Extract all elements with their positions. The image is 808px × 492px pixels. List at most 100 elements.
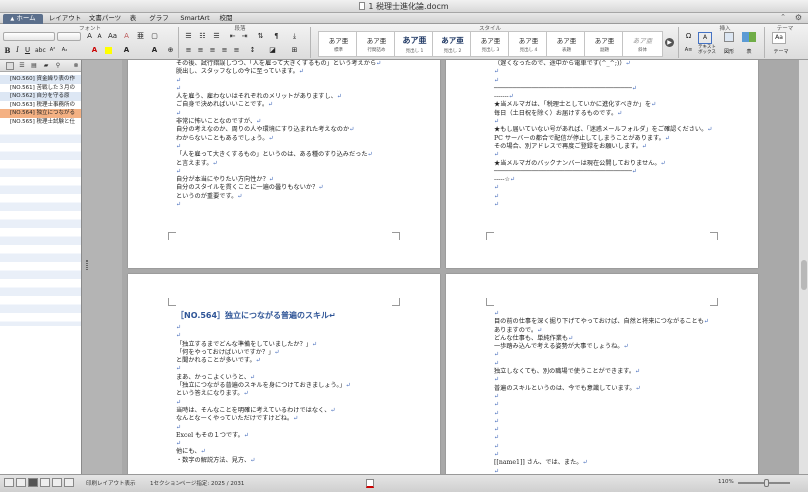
document-line[interactable]: ↵ [494,393,709,401]
search-icon[interactable]: ⚲ [54,62,62,70]
style-title[interactable]: あア亜 表題 [546,31,587,57]
page-text[interactable]: その後、試行錯誤しつつ、「人を雇って大きくするもの」という考えから↵ 脱出し、スタ… [176,60,381,209]
list-view-icon[interactable]: ▤ [30,62,38,70]
draft-view-button[interactable] [4,478,14,487]
align-center-icon[interactable]: ≡ [196,46,205,55]
document-line[interactable]: ↵ [176,77,381,85]
document-line[interactable]: ↵ [494,193,712,201]
document-line[interactable]: まあ、かっこよくいうと、↵ [176,374,351,382]
document-line[interactable]: なんとなーくやっていただけですけどね。↵ [176,415,351,423]
pane-splitter[interactable] [82,60,122,474]
spelling-icon[interactable] [366,479,374,488]
phonetic-guide-icon[interactable]: 亜 [136,32,145,41]
document-line[interactable]: 一歩踏み込んで考える姿勢が大事でしょうね。↵ [494,343,709,351]
style-subtitle[interactable]: あア亜 副題 [584,31,625,57]
shape-label[interactable]: 図形 [721,48,737,55]
document-line[interactable]: 「人を雇って大きくするもの」というのは、ある種のすり込みだった↵ [176,151,381,159]
close-icon[interactable]: ⊗ [72,62,80,70]
subscript-button[interactable]: A₂ [60,46,69,55]
enclose-char-icon[interactable]: ⊕ [166,46,175,55]
style-heading-1[interactable]: あア亜 見出し 1 [394,31,435,57]
document-line[interactable]: ↵ [494,451,709,459]
symbol-icon[interactable]: Ω [684,32,693,41]
line-spacing-icon[interactable]: ↕ [248,46,257,55]
tab-home[interactable]: ▲ ホーム [3,14,43,24]
font-name-select[interactable] [3,32,55,41]
shrink-font-icon[interactable]: A [95,32,104,41]
bullets-icon[interactable]: ☰ [184,32,193,41]
document-line[interactable]: ↵ [176,201,381,209]
article-heading[interactable]: ［NO.564］独立につながる普遍のスキル↵ [176,311,336,320]
document-line[interactable]: ↵ [494,443,709,451]
document-line[interactable]: と言えます。↵ [176,160,381,168]
justify-icon[interactable]: ≡ [220,46,229,55]
document-line[interactable]: ↵ [494,434,709,442]
shading-icon[interactable]: ◪ [268,46,277,55]
document-line[interactable]: ↵ [176,110,381,118]
collapse-ribbon-icon[interactable]: ⌃ [780,13,786,21]
document-line[interactable]: 自分のスタイルを貫くことに一遍の曇りもないか？↵ [176,184,381,192]
document-line[interactable]: わからないこともあるでしょう。↵ [176,135,381,143]
publishing-view-button[interactable] [52,478,62,487]
style-heading-2[interactable]: あア亜 見出し 2 [432,31,473,57]
vertical-scrollbar[interactable] [798,60,808,474]
document-line[interactable]: ↵ [494,201,712,209]
zoom-slider-knob[interactable] [764,479,769,487]
sidebar-item-563[interactable]: [NO.563] 税理士事務所の [0,101,81,110]
outline-view-button[interactable] [16,478,26,487]
notebook-view-button[interactable] [40,478,50,487]
style-heading-3[interactable]: あア亜 見出し 3 [470,31,511,57]
increase-indent-icon[interactable]: ⇥ [240,32,249,41]
document-line[interactable]: ↵ [494,410,709,418]
document-line[interactable]: ↵ [494,376,709,384]
document-line[interactable]: 独立しなくても、別の職場で使うことができます。↵ [494,368,709,376]
document-line[interactable]: 脱出し、スタッフなしの今に至っています。↵ [176,68,381,76]
document-line[interactable]: どんな仕事も、単純作業も↵ [494,335,709,343]
sidebar-item-560[interactable]: [NO.560] 資金繰り表の作 [0,75,81,84]
align-right-icon[interactable]: ≡ [208,46,217,55]
table-label[interactable]: 表 [741,48,757,55]
document-line[interactable]: というのが重要です。↵ [176,193,381,201]
shape-icon[interactable] [724,32,734,42]
italic-button[interactable]: I [13,46,22,55]
page-text[interactable]: （遅くなったので、途中から電車です(^_^;)）↵ ↵ ↵ ─────────────… [494,60,712,209]
align-left-icon[interactable]: ≡ [184,46,193,55]
theme-icon[interactable]: Aa [772,32,786,44]
zoom-slider[interactable] [738,479,790,487]
document-line[interactable]: 自分の考えなのか、周りの人や環境にすり込まれた考えなのか↵ [176,126,381,134]
comment-view-icon[interactable]: ▰ [42,62,50,70]
document-line[interactable]: [[name1]] さん、では、また。↵ [494,459,709,467]
page-label[interactable]: ページ指定: 2025 / 2031 [180,479,244,487]
text-effects-icon[interactable]: A [122,46,131,55]
document-line[interactable]: ↵ [494,426,709,434]
document-line[interactable]: ↵ [494,401,709,409]
tab-table[interactable]: 表 [128,14,138,24]
document-line[interactable]: ご自身で決めればいいことです。↵ [176,101,381,109]
style-heading-4[interactable]: あア亜 見出し 4 [508,31,549,57]
style-normal[interactable]: あア亜 標準 [318,31,359,57]
page-text[interactable]: ↵ ↵ 「独立するまでどんな準備をしていましたか？」↵ 「何をやっておけばいいですか？… [176,324,351,465]
document-line[interactable]: ・数字の解説方法、見方、↵ [176,457,351,465]
sidebar-item-562[interactable]: [NO.562] 自分を守る原 [0,92,81,101]
print-layout-button[interactable] [28,478,38,487]
document-line[interactable]: ↵ [494,360,709,368]
outline-view-icon[interactable]: ☰ [18,62,26,70]
page-text[interactable]: ↵ 目の前の仕事を深く掘り下げてやっておけば、自然と将来につながることも↵ あります… [494,310,709,474]
document-line[interactable]: ↵ [176,85,381,93]
document-line[interactable]: （遅くなったので、途中から電車です(^_^;)）↵ [494,60,712,68]
document-line[interactable]: ★もし届いていない号があれば、「迷惑メールフォルダ」をご確認ください。↵ [494,126,712,134]
document-line[interactable]: ↵ [494,351,709,359]
tab-review[interactable]: 校閲 [218,14,234,24]
font-color-icon[interactable]: A [90,46,99,55]
font-size-select[interactable] [57,32,81,41]
document-line[interactable]: 毎日（土日祝を除く）お届けするものです。↵ [494,110,712,118]
style-no-spacing[interactable]: あア亜 行間詰め [356,31,397,57]
document-line[interactable]: と聞かれることが多いです。↵ [176,357,351,365]
document-line[interactable]: ↵ [176,168,381,176]
document-line[interactable]: ↵ [176,365,351,373]
document-line[interactable]: ↵ [176,399,351,407]
document-line[interactable]: ─────────────────────────────────────↵ [494,85,712,93]
highlight-icon[interactable] [105,47,112,54]
borders-icon[interactable]: ⊞ [290,46,299,55]
grow-font-icon[interactable]: A [85,32,94,41]
